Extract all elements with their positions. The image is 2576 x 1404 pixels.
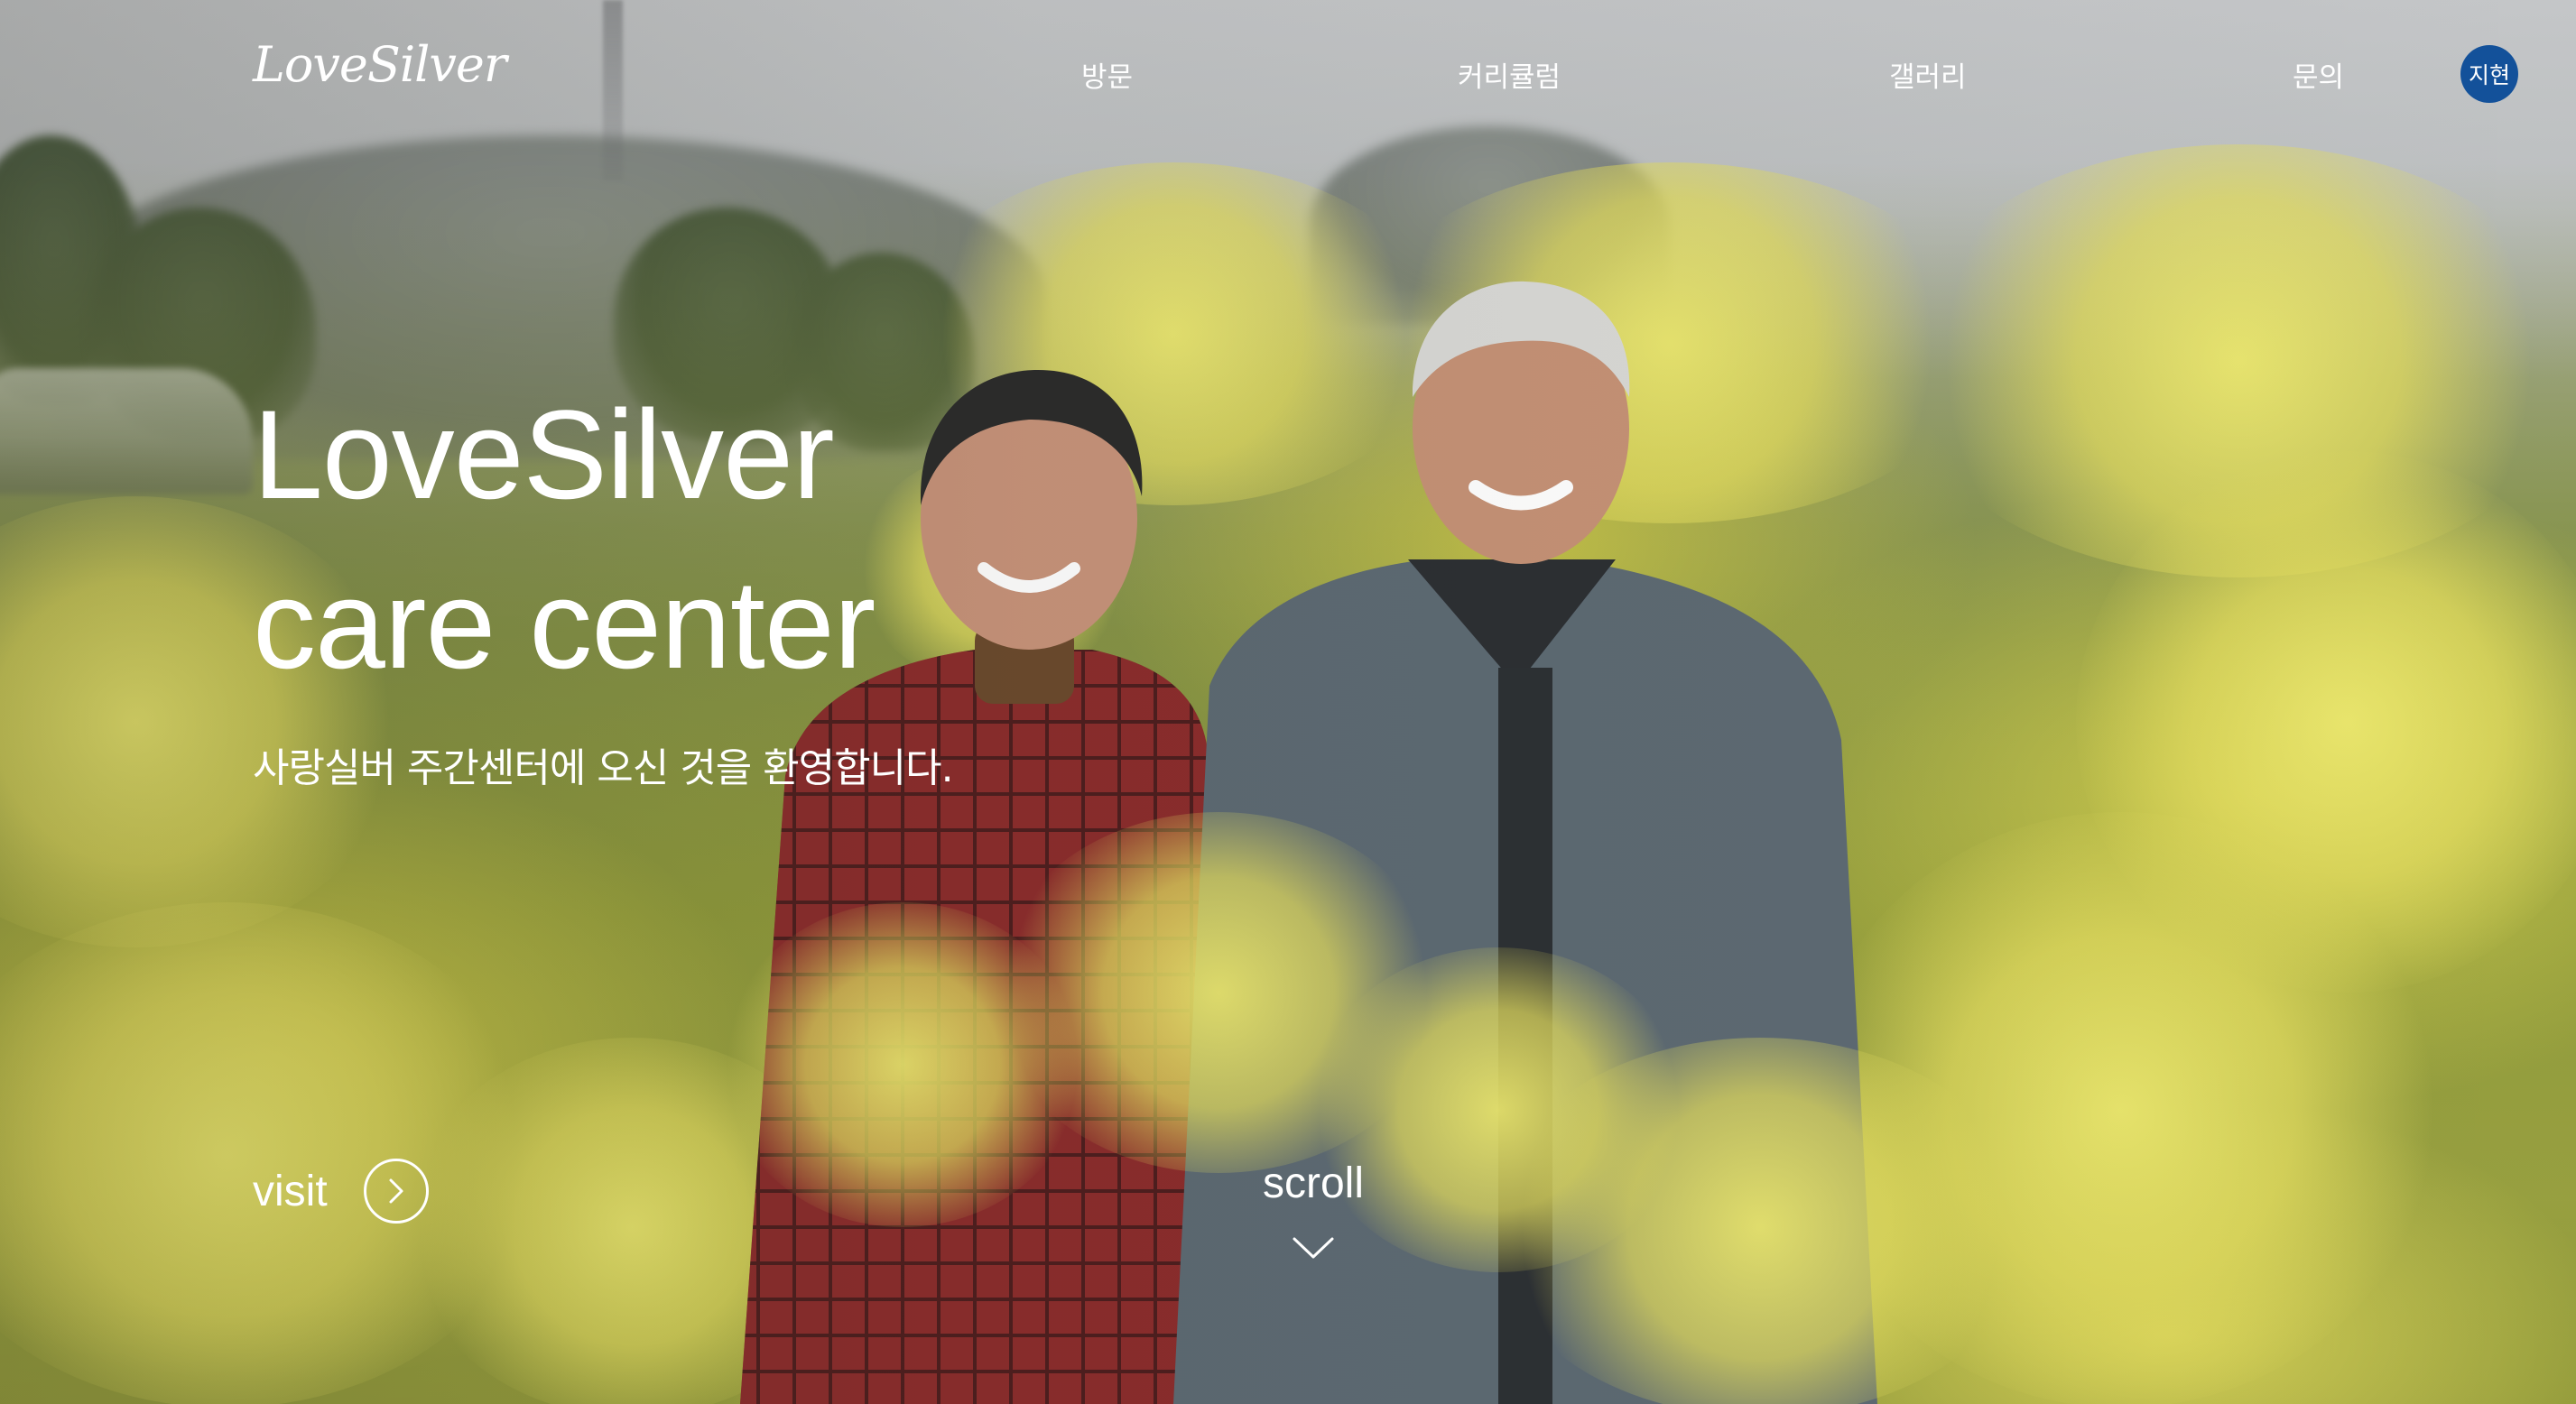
chevron-down-icon: [1293, 1237, 1334, 1259]
visit-button[interactable]: visit: [253, 1159, 429, 1224]
site-header: LoveSilver 방문 커리큘럼 갤러리 문의 지현: [0, 0, 2576, 153]
scroll-indicator[interactable]: scroll: [1228, 1159, 1399, 1261]
scroll-label: scroll: [1262, 1159, 1364, 1207]
hero-section: LoveSilver 방문 커리큘럼 갤러리 문의 지현 LoveSilver …: [0, 0, 2576, 1404]
hero-title-line-2: care center: [253, 553, 876, 695]
nav-item-visit[interactable]: 방문: [1081, 54, 1133, 95]
user-avatar[interactable]: 지현: [2460, 45, 2518, 103]
visit-label: visit: [253, 1167, 328, 1215]
nav-item-curriculum[interactable]: 커리큘럼: [1458, 54, 1561, 95]
chevron-right-circle-icon[interactable]: [363, 1159, 429, 1224]
nav-item-gallery[interactable]: 갤러리: [1889, 54, 1967, 95]
hero-title: LoveSilver care center: [253, 370, 876, 709]
nav-item-contact[interactable]: 문의: [2293, 54, 2344, 95]
hero-title-line-1: LoveSilver: [253, 383, 835, 525]
site-logo[interactable]: LoveSilver: [253, 36, 507, 93]
hero-subtitle: 사랑실버 주간센터에 오신 것을 환영합니다.: [253, 745, 954, 791]
